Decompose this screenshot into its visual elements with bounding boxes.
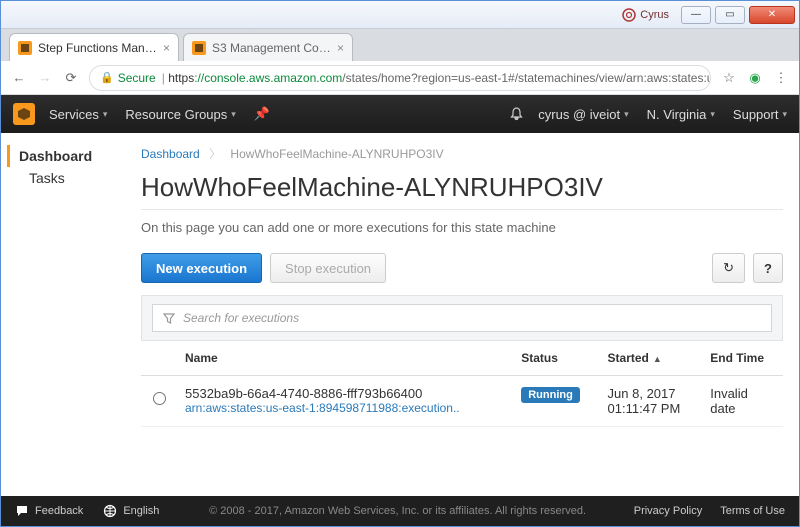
tab-close-icon[interactable]: × xyxy=(337,41,344,55)
cell-started: Jun 8, 2017 01:11:47 PM xyxy=(600,376,703,427)
secure-label: Secure xyxy=(118,71,156,85)
aws-logo-icon[interactable] xyxy=(13,103,35,125)
sidebar-item-tasks[interactable]: Tasks xyxy=(19,167,131,189)
tab-title: Step Functions Managem xyxy=(38,41,157,55)
browser-toolbar: ← → ⟳ 🔒 Secure | https ://console.aws.am… xyxy=(1,61,799,95)
action-bar: New execution Stop execution ↻ ? xyxy=(141,253,783,283)
breadcrumb-current: HowWhoFeelMachine-ALYNRUHPO3IV xyxy=(230,147,443,161)
col-name[interactable]: Name xyxy=(177,341,513,376)
forward-icon[interactable]: → xyxy=(37,70,53,85)
table-row[interactable]: 5532ba9b-66a4-4740-8886-fff793b66400 arn… xyxy=(141,376,783,427)
content-wrapper: Dashboard Tasks Dashboard 〉 HowWhoFeelMa… xyxy=(1,133,799,498)
nav-region[interactable]: N. Virginia▾ xyxy=(647,107,715,122)
table-header-row: Name Status Started▲ End Time xyxy=(141,341,783,376)
breadcrumb-root[interactable]: Dashboard xyxy=(141,147,200,161)
globe-icon xyxy=(103,504,117,518)
nav-pin-icon[interactable]: 📌 xyxy=(254,106,270,122)
window-minimize-button[interactable]: — xyxy=(681,6,711,24)
refresh-button[interactable]: ↻ xyxy=(712,253,745,283)
sort-asc-icon: ▲ xyxy=(653,354,662,364)
back-icon[interactable]: ← xyxy=(11,70,27,85)
sidebar-item-dashboard[interactable]: Dashboard xyxy=(7,145,131,167)
url-scheme: https xyxy=(168,71,194,85)
status-badge: Running xyxy=(521,387,580,403)
chevron-down-icon: ▾ xyxy=(103,109,108,120)
search-input[interactable]: Search for executions xyxy=(152,304,772,332)
url-host: ://console.aws.amazon.com xyxy=(194,71,342,85)
browser-tab-s3[interactable]: S3 Management Console × xyxy=(183,33,353,61)
chevron-down-icon: ▾ xyxy=(624,109,629,120)
bell-icon[interactable] xyxy=(509,107,524,122)
help-icon: ? xyxy=(764,261,772,276)
tab-title: S3 Management Console xyxy=(212,41,331,55)
language-selector[interactable]: English xyxy=(103,504,159,518)
page-description: On this page you can add one or more exe… xyxy=(141,220,783,235)
nav-resource-groups[interactable]: Resource Groups▾ xyxy=(125,107,235,122)
chevron-down-icon: ▾ xyxy=(231,109,236,120)
filter-icon xyxy=(163,312,175,324)
main-panel: Dashboard 〉 HowWhoFeelMachine-ALYNRUHPO3… xyxy=(131,133,799,498)
lock-icon: 🔒 xyxy=(100,71,114,84)
footer-copyright: © 2008 - 2017, Amazon Web Services, Inc.… xyxy=(179,505,615,517)
window-app-label: Cyrus xyxy=(622,8,669,22)
footer-bar: Feedback English © 2008 - 2017, Amazon W… xyxy=(1,496,799,526)
app-icon xyxy=(622,8,636,22)
refresh-icon: ↻ xyxy=(723,260,734,276)
page-title: HowWhoFeelMachine-ALYNRUHPO3IV xyxy=(141,172,783,203)
window-title-bar: Cyrus — ▭ ✕ xyxy=(1,1,799,29)
stop-execution-button[interactable]: Stop execution xyxy=(270,253,386,283)
col-end[interactable]: End Time xyxy=(702,341,783,376)
chevron-right-icon: 〉 xyxy=(209,147,221,161)
chevron-down-icon: ▾ xyxy=(710,109,715,120)
col-started[interactable]: Started▲ xyxy=(600,341,703,376)
reload-icon[interactable]: ⟳ xyxy=(63,70,79,86)
address-bar[interactable]: 🔒 Secure | https ://console.aws.amazon.c… xyxy=(89,65,711,91)
new-execution-button[interactable]: New execution xyxy=(141,253,262,283)
cell-end: Invalid date xyxy=(702,376,783,427)
executions-table: Name Status Started▲ End Time 5532ba9b-6… xyxy=(141,341,783,427)
sidebar: Dashboard Tasks xyxy=(1,133,131,498)
cell-name: 5532ba9b-66a4-4740-8886-fff793b66400 arn… xyxy=(177,376,513,427)
favicon-icon xyxy=(18,41,32,55)
execution-arn-link[interactable]: arn:aws:states:us-east-1:894598711988:ex… xyxy=(185,401,505,415)
help-button[interactable]: ? xyxy=(753,253,783,283)
tab-close-icon[interactable]: × xyxy=(163,41,170,55)
url-path: /states/home?region=us-east-1#/statemach… xyxy=(342,71,711,85)
menu-icon[interactable]: ⋮ xyxy=(773,70,789,86)
aws-top-nav: Services▾ Resource Groups▾ 📌 cyrus @ ive… xyxy=(1,95,799,133)
window-maximize-button[interactable]: ▭ xyxy=(715,6,745,24)
profile-icon[interactable]: ◉ xyxy=(747,70,763,86)
search-placeholder: Search for executions xyxy=(183,311,299,325)
divider xyxy=(141,209,783,210)
chevron-down-icon: ▾ xyxy=(782,109,787,120)
col-status[interactable]: Status xyxy=(513,341,599,376)
browser-tab-step-functions[interactable]: Step Functions Managem × xyxy=(9,33,179,61)
row-select-radio[interactable] xyxy=(153,392,166,405)
star-icon[interactable]: ☆ xyxy=(721,70,737,86)
feedback-link[interactable]: Feedback xyxy=(15,504,83,518)
window-close-button[interactable]: ✕ xyxy=(749,6,795,24)
terms-link[interactable]: Terms of Use xyxy=(720,505,785,517)
cell-status: Running xyxy=(513,376,599,427)
col-select xyxy=(141,341,177,376)
breadcrumb: Dashboard 〉 HowWhoFeelMachine-ALYNRUHPO3… xyxy=(141,145,783,162)
privacy-link[interactable]: Privacy Policy xyxy=(634,505,702,517)
execution-name: 5532ba9b-66a4-4740-8886-fff793b66400 xyxy=(185,386,505,401)
nav-support[interactable]: Support▾ xyxy=(733,107,787,122)
browser-tab-strip: Step Functions Managem × S3 Management C… xyxy=(1,29,799,61)
nav-services[interactable]: Services▾ xyxy=(49,107,107,122)
nav-user[interactable]: cyrus @ iveiot▾ xyxy=(538,107,628,122)
speech-bubble-icon xyxy=(15,504,29,518)
favicon-icon xyxy=(192,41,206,55)
search-wrap: Search for executions xyxy=(141,295,783,341)
